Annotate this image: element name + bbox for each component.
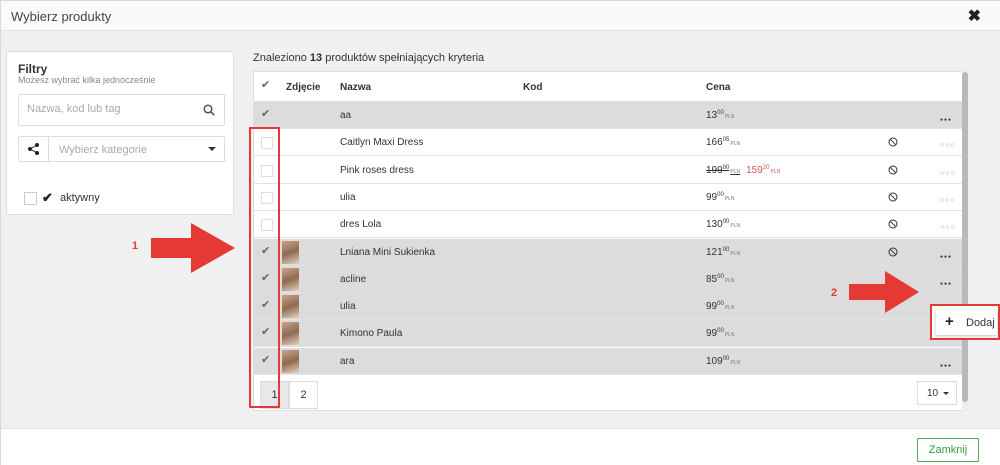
- product-price: 9900PLN: [706, 191, 735, 203]
- category-select[interactable]: Wybierz kategorie: [18, 136, 225, 162]
- scrollbar-thumb[interactable]: [962, 72, 968, 402]
- product-price: 9900PLN: [706, 328, 735, 340]
- results-prefix: Znaleziono: [253, 52, 307, 64]
- search-icon[interactable]: [203, 104, 215, 116]
- table-header: ✔ Zdjęcie Nazwa Kod Cena: [254, 72, 964, 102]
- table-row[interactable]: ✔ aa 1300PLN ●●●: [254, 102, 964, 129]
- annotation-arrow-1: [151, 223, 235, 273]
- ban-icon: [888, 219, 898, 229]
- plus-icon: +: [945, 313, 954, 330]
- active-label: aktywny: [60, 192, 100, 204]
- results-count-text: Znaleziono 13 produktów spełniających kr…: [253, 52, 484, 64]
- page-2-button[interactable]: 2: [289, 381, 318, 409]
- product-name: dres Lola: [340, 219, 382, 231]
- table-row[interactable]: dres Lola 13000PLN ○○○: [254, 211, 964, 239]
- header-photo[interactable]: Zdjęcie: [286, 82, 320, 93]
- table-row[interactable]: ✔ ara 10900PLN ●●●: [254, 347, 964, 375]
- filters-panel: Filtry Możesz wybrać kilka jednocześnie: [6, 51, 234, 215]
- per-page-value: 10: [927, 388, 939, 399]
- header-price[interactable]: Cena: [706, 82, 730, 93]
- results-count: 13: [309, 52, 323, 64]
- table-row[interactable]: ulia 9900PLN ○○○: [254, 183, 964, 211]
- add-menu-item[interactable]: + Dodaj: [936, 310, 997, 335]
- check-icon: ✔: [42, 190, 53, 205]
- product-price: 8500PLN: [706, 273, 735, 285]
- product-name: Lniana Mini Sukienka: [340, 246, 436, 258]
- product-thumbnail: [282, 295, 299, 319]
- per-page-select[interactable]: 10: [917, 381, 957, 405]
- product-price: 10900PLN: [706, 355, 741, 367]
- select-products-modal: Wybierz produkty ✖ Filtry Możesz wybrać …: [0, 0, 1000, 465]
- product-thumbnail: [282, 240, 299, 264]
- header-code[interactable]: Kod: [523, 82, 542, 93]
- filters-subtitle: Możesz wybrać kilka jednocześnie: [18, 75, 156, 85]
- more-options-icon[interactable]: ○○○: [940, 167, 956, 181]
- close-icon[interactable]: ✖: [968, 6, 981, 26]
- table-row[interactable]: ✔Kimono Paula9900PLN●●●: [254, 320, 964, 348]
- annotation-box-checkboxes: [249, 127, 280, 408]
- table-row[interactable]: ✔ Lniana Mini Sukienka 12100PLN ●●●: [254, 238, 964, 266]
- product-thumbnail: [282, 349, 299, 373]
- search-input[interactable]: [27, 103, 197, 115]
- more-options-icon[interactable]: ●●●: [940, 113, 952, 127]
- annotation-box-add: + Dodaj: [930, 304, 1000, 340]
- search-field[interactable]: [18, 94, 225, 126]
- filters-title: Filtry: [18, 62, 48, 76]
- product-price: 9900PLN: [706, 301, 735, 313]
- modal-header: Wybierz produkty ✖: [1, 1, 1000, 31]
- more-options-icon[interactable]: ○○○: [940, 139, 956, 153]
- product-price: 19900PLN 15920PLN: [706, 165, 780, 176]
- product-name: ara: [340, 355, 355, 367]
- product-thumbnail: [282, 322, 299, 346]
- more-options-icon[interactable]: ○○○: [940, 194, 956, 208]
- close-button[interactable]: Zamknij: [917, 438, 979, 462]
- ban-icon: [888, 247, 898, 256]
- check-icon: ✔: [261, 108, 271, 120]
- chevron-down-icon: [943, 392, 949, 395]
- product-price: 13000PLN: [706, 219, 741, 231]
- check-icon: ✔: [261, 79, 271, 91]
- table-row[interactable]: Pink roses dress 19900PLN 15920PLN ○○○: [254, 156, 964, 184]
- more-options-icon[interactable]: ○○○: [940, 221, 956, 235]
- more-options-icon[interactable]: ●●●: [940, 359, 952, 373]
- category-placeholder: Wybierz kategorie: [59, 144, 147, 156]
- share-icon: [19, 137, 49, 161]
- chevron-down-icon[interactable]: [208, 147, 216, 151]
- product-name: Pink roses dress: [340, 164, 414, 176]
- sale-price: 15920PLN: [746, 164, 781, 176]
- ban-icon: [888, 137, 898, 147]
- products-table: ✔ Zdjęcie Nazwa Kod Cena ✔ aa 1300PLN ●●● Ca…: [253, 71, 967, 411]
- table-row[interactable]: Caitlyn Maxi Dress 16605PLN ○○○: [254, 129, 964, 157]
- modal-body: Filtry Możesz wybrać kilka jednocześnie: [1, 31, 1000, 428]
- ban-icon: [888, 192, 898, 202]
- more-options-icon[interactable]: ●●●: [940, 277, 952, 291]
- header-name[interactable]: Nazwa: [340, 82, 371, 93]
- annotation-label-1: 1: [132, 240, 139, 252]
- add-label: Dodaj: [966, 317, 995, 329]
- product-name: Caitlyn Maxi Dress: [340, 137, 424, 149]
- product-price: 16605PLN: [706, 137, 741, 149]
- product-price: 1300PLN: [706, 110, 735, 121]
- old-price: 19900PLN: [706, 164, 741, 176]
- product-name: ulia: [340, 191, 356, 203]
- annotation-arrow-2: [849, 271, 919, 313]
- more-options-icon[interactable]: ●●●: [940, 250, 952, 264]
- annotation-label-2: 2: [831, 287, 838, 299]
- results-suffix: produktów spełniających kryteria: [325, 52, 485, 64]
- product-name: ulia: [340, 301, 356, 313]
- row-checkbox[interactable]: ✔: [261, 108, 273, 122]
- ban-icon: [888, 165, 898, 175]
- active-checkbox[interactable]: [24, 192, 37, 205]
- product-name: acline: [340, 273, 367, 285]
- product-name: aa: [340, 110, 352, 121]
- product-name: Kimono Paula: [340, 328, 403, 340]
- product-thumbnail: [282, 267, 299, 291]
- select-all-checkbox[interactable]: ✔: [261, 79, 273, 93]
- modal-footer: Zamknij: [1, 428, 1000, 465]
- product-price: 12100PLN: [706, 246, 741, 258]
- modal-title: Wybierz produkty: [11, 9, 112, 24]
